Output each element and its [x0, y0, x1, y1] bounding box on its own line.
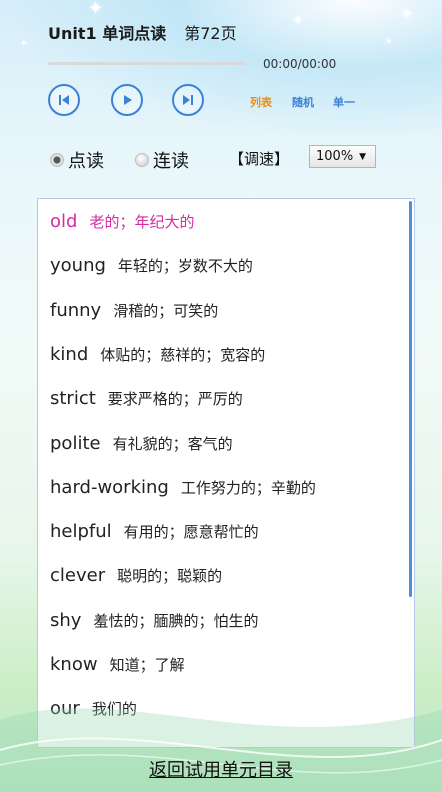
word-item[interactable]: shy 羞怯的；腼腆的；怕生的: [50, 610, 258, 631]
word-english: kind: [50, 343, 89, 365]
mode-random-button[interactable]: 随机: [292, 94, 314, 110]
word-english: funny: [50, 299, 102, 321]
skip-next-icon: [183, 95, 193, 105]
single-read-radio[interactable]: 点读: [50, 147, 104, 173]
mode-list-button[interactable]: 列表: [250, 94, 272, 110]
mode-single-button[interactable]: 单一: [333, 94, 355, 110]
word-english: old: [50, 211, 78, 232]
word-english: our: [50, 698, 80, 720]
word-english: hard-working: [50, 476, 169, 498]
continuous-read-radio[interactable]: 连读: [135, 147, 189, 173]
single-read-label: 点读: [68, 151, 104, 172]
page-title: Unit1 单词点读 第72页: [48, 20, 237, 44]
word-list[interactable]: old 老的；年纪大的 young 年轻的；岁数不大的 funny 滑稽的；可笑的 kind…: [37, 198, 415, 748]
next-button[interactable]: [172, 84, 204, 116]
scrollbar[interactable]: [409, 201, 412, 597]
word-english: young: [50, 255, 106, 277]
sparkle-icon: ✦: [292, 13, 304, 29]
word-chinese: 羞怯的；腼腆的；怕生的: [93, 611, 259, 630]
word-english: shy: [50, 609, 82, 631]
word-chinese: 有礼貌的；客气的: [112, 434, 233, 453]
word-chinese: 体贴的；慈祥的；宽容的: [100, 345, 266, 364]
time-readout: 00:00/00:00: [263, 57, 337, 71]
word-english: clever: [50, 565, 106, 587]
word-chinese: 有用的；愿意帮忙的: [123, 523, 259, 542]
word-item[interactable]: young 年轻的；岁数不大的: [50, 255, 253, 276]
previous-button[interactable]: [48, 84, 80, 116]
word-english: know: [50, 654, 98, 675]
word-item[interactable]: know 知道；了解: [50, 654, 185, 675]
word-english: strict: [50, 388, 96, 410]
sparkle-icon: ✦: [88, 0, 104, 19]
word-item[interactable]: clever 聪明的；聪颖的: [50, 565, 222, 586]
word-chinese: 我们的: [91, 700, 137, 719]
audio-progress-bar[interactable]: [48, 62, 246, 65]
sparkle-icon: ✦: [20, 39, 28, 49]
word-item[interactable]: funny 滑稽的；可笑的: [50, 300, 218, 321]
word-chinese: 滑稽的；可笑的: [113, 301, 219, 320]
page-number: 第72页: [184, 24, 237, 43]
sparkle-icon: ✦: [400, 4, 414, 23]
word-item[interactable]: old 老的；年纪大的: [50, 211, 194, 232]
play-icon: [124, 95, 132, 105]
word-chinese: 知道；了解: [109, 656, 185, 674]
dropdown-arrow-icon: ▼: [359, 151, 367, 162]
word-chinese: 年轻的；岁数不大的: [117, 257, 253, 276]
word-english: helpful: [50, 521, 112, 543]
speed-label: 【调速】: [229, 150, 290, 168]
unit-title: Unit1 单词点读: [48, 24, 167, 43]
word-chinese: 要求严格的；严厉的: [107, 390, 243, 409]
word-item[interactable]: strict 要求严格的；严厉的: [50, 388, 243, 409]
sparkle-icon: ✦: [385, 37, 393, 47]
word-chinese: 聪明的；聪颖的: [117, 567, 223, 586]
word-chinese: 老的；年纪大的: [89, 213, 195, 231]
word-chinese: 工作努力的；辛勤的: [180, 478, 316, 497]
radio-unchecked-icon: [135, 153, 149, 167]
play-button[interactable]: [111, 84, 143, 116]
word-item[interactable]: hard-working 工作努力的；辛勤的: [50, 477, 316, 498]
skip-previous-icon: [59, 95, 69, 105]
word-item[interactable]: helpful 有用的；愿意帮忙的: [50, 521, 259, 542]
word-item[interactable]: polite 有礼貌的；客气的: [50, 433, 233, 454]
speed-select[interactable]: 100% ▼: [309, 145, 376, 168]
word-item[interactable]: our 我们的: [50, 698, 137, 719]
word-item[interactable]: kind 体贴的；慈祥的；宽容的: [50, 344, 265, 365]
continuous-read-label: 连读: [153, 151, 189, 172]
back-to-units-link[interactable]: 返回试用单元目录: [0, 756, 442, 782]
radio-checked-icon: [50, 153, 64, 167]
speed-value: 100%: [316, 149, 354, 164]
word-english: polite: [50, 432, 101, 454]
